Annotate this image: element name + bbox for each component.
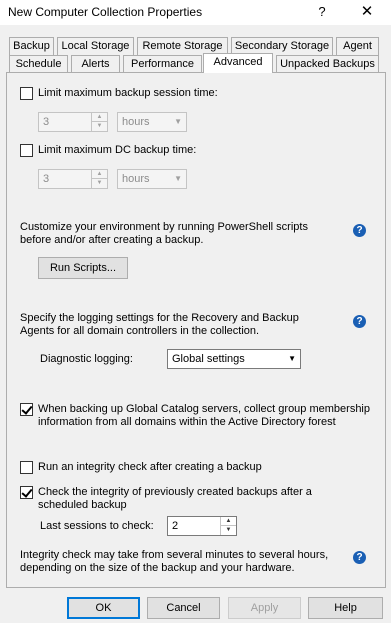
integrity-previous-line2: scheduled backup [38,499,127,511]
limit-session-unit: hours [122,116,150,128]
title-bar: New Computer Collection Properties ? ✕ [0,0,391,25]
sessions-stepper[interactable]: 2 ▲ ▼ [167,516,237,536]
limit-dc-unit: hours [122,173,150,185]
global-catalog-checkbox[interactable] [20,403,33,416]
sessions-value: 2 [172,520,179,532]
scripts-desc-line2: before and/or after creating a backup. [20,234,204,246]
spin-up-icon: ▲ [92,113,107,122]
run-scripts-button[interactable]: Run Scripts... [38,257,128,279]
advanced-panel: Limit maximum backup session time: 3 ▲ ▼ … [6,72,386,588]
window-title: New Computer Collection Properties [8,5,203,19]
limit-dc-unit-select: hours ▼ [117,169,187,189]
integrity-after-checkbox[interactable] [20,461,33,474]
spin-up-icon[interactable]: ▲ [221,517,236,526]
tab-advanced[interactable]: Advanced [203,53,273,73]
cancel-button[interactable]: Cancel [147,597,220,619]
chevron-down-icon: ▼ [288,354,296,363]
limit-session-checkbox[interactable] [20,87,33,100]
tab-schedule[interactable]: Schedule [9,55,68,73]
global-catalog-line2: information from all domains within the … [38,416,336,428]
spin-down-icon[interactable]: ▼ [221,526,236,535]
integrity-note: Integrity check may take from several mi… [20,549,328,575]
integrity-previous-line1: Check the integrity of previously create… [38,486,312,498]
spin-down-icon: ▼ [96,123,103,129]
limit-dc-value: 3 [43,173,50,185]
scripts-description: Customize your environment by running Po… [20,221,308,247]
limit-dc-checkbox[interactable] [20,144,33,157]
spin-down-icon: ▼ [96,180,103,186]
help-icon[interactable]: ? [353,551,366,564]
integrity-previous-label: Check the integrity of previously create… [38,486,312,512]
apply-button[interactable]: Apply [228,597,301,619]
logging-description: Specify the logging settings for the Rec… [20,312,299,338]
integrity-note-line1: Integrity check may take from several mi… [20,549,329,561]
close-button[interactable]: ✕ [350,1,384,23]
spin-up-icon: ▲ [92,170,107,179]
tab-local-storage[interactable]: Local Storage [57,37,134,55]
integrity-previous-checkbox[interactable] [20,486,33,499]
limit-session-value: 3 [43,116,50,128]
help-icon[interactable]: ? [353,224,366,237]
tab-unpacked-backups[interactable]: Unpacked Backups [276,55,379,73]
chevron-down-icon: ▼ [174,117,182,126]
diagnostic-logging-label: Diagnostic logging: [40,353,133,365]
tab-agent[interactable]: Agent [336,37,379,55]
help-button[interactable]: Help [308,597,383,619]
tab-performance[interactable]: Performance [123,55,202,73]
tab-backup[interactable]: Backup [9,37,54,55]
limit-dc-label: Limit maximum DC backup time: [38,144,197,156]
diagnostic-logging-select[interactable]: Global settings ▼ [167,349,301,369]
tab-alerts[interactable]: Alerts [71,55,120,73]
sessions-label: Last sessions to check: [40,520,154,532]
global-catalog-line1: When backing up Global Catalog servers, … [38,403,370,415]
logging-desc-line2: Agents for all domain controllers in the… [20,325,260,337]
global-catalog-label: When backing up Global Catalog servers, … [38,403,370,429]
limit-session-stepper: 3 ▲ ▼ [38,112,108,132]
limit-session-label: Limit maximum backup session time: [38,87,218,99]
integrity-note-line2: depending on the size of the backup and … [20,562,295,574]
title-help-button[interactable]: ? [310,1,334,23]
limit-session-unit-select: hours ▼ [117,112,187,132]
limit-dc-stepper: 3 ▲ ▼ [38,169,108,189]
integrity-after-label: Run an integrity check after creating a … [38,461,262,473]
ok-button[interactable]: OK [67,597,140,619]
chevron-down-icon: ▼ [174,174,182,183]
scripts-desc-line1: Customize your environment by running Po… [20,221,308,233]
help-icon[interactable]: ? [353,315,366,328]
logging-desc-line1: Specify the logging settings for the Rec… [20,312,299,324]
diagnostic-logging-value: Global settings [172,353,245,365]
